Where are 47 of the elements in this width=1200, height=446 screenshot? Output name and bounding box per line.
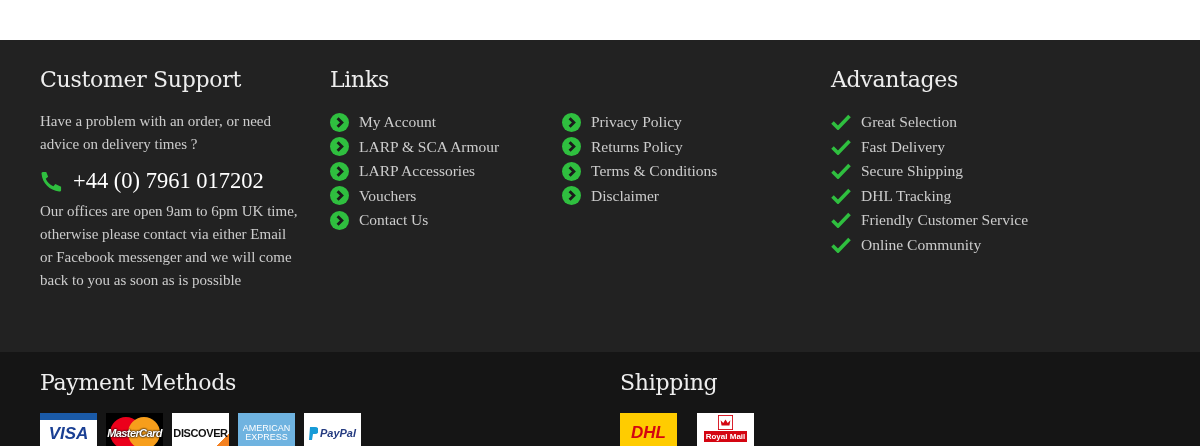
payment-card-logo: VISA bbox=[40, 413, 97, 446]
footer-link[interactable]: Disclaimer bbox=[591, 186, 659, 205]
advantage-text: Friendly Customer Service bbox=[861, 211, 1029, 230]
check-icon bbox=[831, 138, 851, 155]
section-heading: Links bbox=[330, 67, 390, 92]
chevron-circle-icon bbox=[562, 186, 581, 206]
section-heading: Advantages bbox=[831, 67, 960, 92]
opening-hours-text: Our offices are open 9am to 6pm UK time, otherwise please contact via either Email or Facebook messenger and we will come back to you as soon as is possible bbox=[40, 202, 299, 290]
payment-card-logo: PayPal bbox=[304, 413, 361, 446]
footer-link[interactable]: Terms & Conditions bbox=[591, 162, 718, 181]
section-heading: Customer Support bbox=[40, 67, 242, 92]
payment-card-logo: DISCOVER bbox=[172, 413, 229, 446]
check-icon bbox=[831, 187, 851, 204]
phone-number: +44 (0) 7961 017202 bbox=[73, 168, 264, 195]
footer-link[interactable]: Vouchers bbox=[359, 186, 417, 205]
advantage-text: Fast Delivery bbox=[861, 137, 945, 156]
chevron-circle-icon bbox=[562, 161, 581, 181]
footer-link[interactable]: Privacy Policy bbox=[591, 113, 682, 132]
carrier-logo: DHL bbox=[620, 413, 677, 446]
advantage-text: DHL Tracking bbox=[861, 186, 952, 205]
section-heading: Payment Methods bbox=[40, 370, 237, 395]
p-mark-icon bbox=[308, 426, 318, 440]
chevron-circle-icon bbox=[330, 137, 349, 157]
footer-link[interactable]: LARP Accessories bbox=[359, 162, 476, 181]
check-icon bbox=[831, 163, 851, 180]
advantage-text: Secure Shipping bbox=[861, 162, 964, 181]
footer-link[interactable]: LARP & SCA Armour bbox=[359, 137, 500, 156]
check-icon bbox=[831, 212, 851, 229]
chevron-circle-icon bbox=[330, 210, 349, 230]
carrier-logo: Royal Mail bbox=[697, 413, 754, 446]
chevron-circle-icon bbox=[330, 186, 349, 206]
chevron-circle-icon bbox=[562, 137, 581, 157]
check-icon bbox=[831, 114, 851, 131]
check-icon bbox=[831, 236, 851, 253]
footer-link[interactable]: My Account bbox=[359, 113, 437, 132]
advantage-text: Online Community bbox=[861, 235, 982, 254]
footer-link[interactable]: Returns Policy bbox=[591, 137, 683, 156]
advantage-text: Great Selection bbox=[861, 113, 957, 132]
section-heading: Shipping bbox=[620, 370, 719, 395]
chevron-circle-icon bbox=[330, 112, 349, 132]
footer-link[interactable]: Contact Us bbox=[359, 211, 429, 230]
chevron-circle-icon bbox=[562, 112, 581, 132]
phone-icon bbox=[40, 169, 63, 193]
support-text: Have a problem with an order, or need advice on delivery times ? bbox=[40, 112, 272, 154]
crown-icon bbox=[718, 415, 733, 430]
chevron-circle-icon bbox=[330, 161, 349, 181]
payment-card-logo: AMERICAN EXPRESS bbox=[238, 413, 295, 446]
